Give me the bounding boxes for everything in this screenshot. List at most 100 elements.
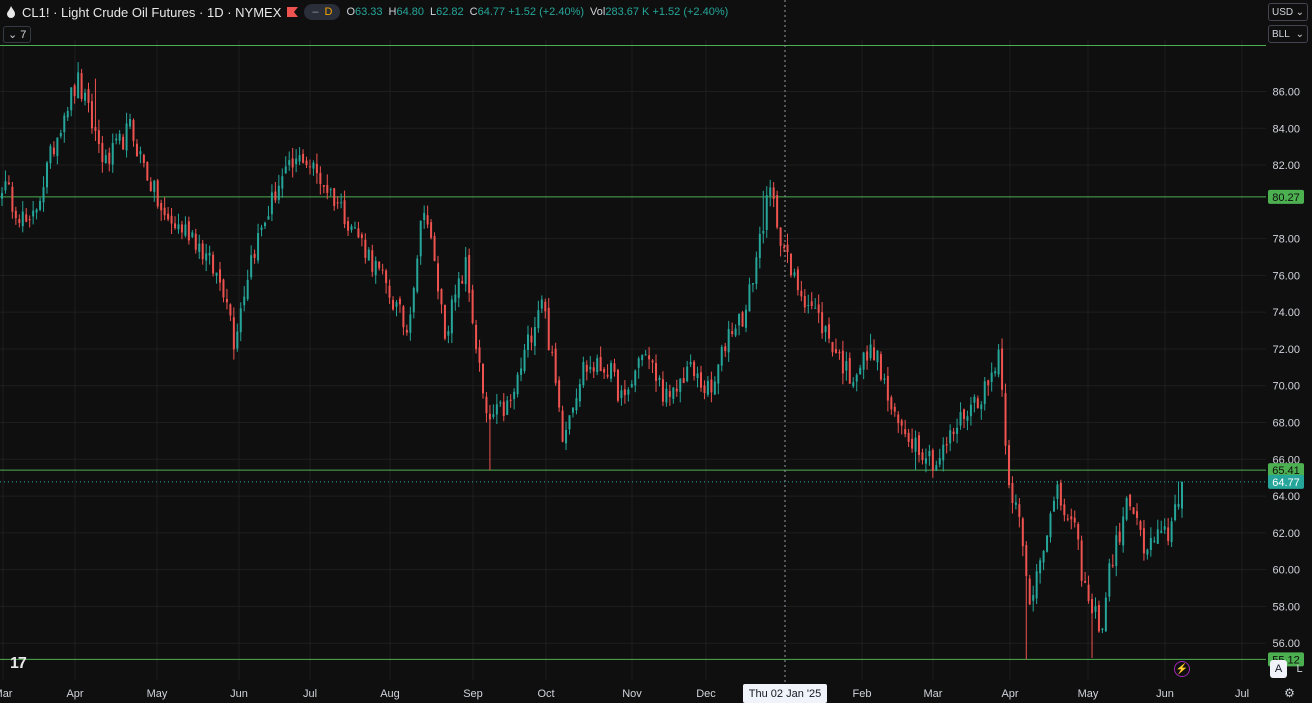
candle-body: [578, 384, 581, 402]
candle-body: [222, 279, 225, 298]
candle-body: [990, 372, 993, 383]
candle: [537, 300, 540, 333]
symbol-title[interactable]: CL1! · Light Crude Oil Futures · 1D · NY…: [22, 5, 281, 20]
auto-scale-button[interactable]: A: [1270, 660, 1287, 678]
candle: [340, 193, 343, 209]
candle: [464, 246, 467, 292]
candle-body: [1149, 537, 1152, 551]
ohlc-item-c: C64.77 +1.52 (+2.40%): [470, 6, 584, 18]
market-status-pill[interactable]: – D: [304, 4, 341, 20]
candle-body: [544, 301, 547, 312]
candle: [571, 407, 574, 418]
price-chart[interactable]: 86.00 84.00 82.00 78.00 76.00 74.00 72.00 70.00…: [0, 0, 1312, 703]
candle: [246, 269, 249, 302]
candle: [495, 393, 498, 425]
indicators-toggle[interactable]: ⌄ 7: [3, 26, 32, 43]
candle-body: [1070, 516, 1073, 520]
candle: [1129, 493, 1132, 511]
candle: [371, 244, 374, 277]
candle: [288, 151, 291, 171]
candle-body: [1042, 551, 1045, 563]
candle: [52, 141, 55, 157]
candle: [129, 113, 132, 130]
unit-select[interactable]: BLL ⌄: [1268, 25, 1308, 43]
tradingview-logo-icon[interactable]: 17: [10, 655, 27, 673]
candle: [104, 149, 107, 164]
candle-body: [302, 153, 305, 163]
time-tick-label: Mar: [0, 688, 13, 700]
candle: [748, 277, 751, 312]
candle: [814, 298, 817, 309]
candle-body: [644, 354, 647, 356]
candle: [447, 325, 450, 344]
candle-body: [817, 304, 820, 313]
log-scale-button[interactable]: L: [1291, 660, 1308, 678]
candle-body: [205, 253, 208, 261]
candle-body: [488, 413, 491, 420]
candle: [184, 216, 187, 238]
candle-body: [90, 101, 93, 129]
candle-body: [765, 195, 768, 230]
candle: [938, 448, 941, 468]
flag-icon[interactable]: [287, 7, 299, 17]
candle-body: [257, 233, 260, 261]
candle-body: [388, 285, 391, 298]
candle: [883, 373, 886, 385]
chart-area[interactable]: 86.00 84.00 82.00 78.00 76.00 74.00 72.00 70.00…: [0, 0, 1312, 703]
candle-body: [1153, 540, 1156, 542]
candle: [1125, 496, 1128, 522]
ohlc-value: 63.33: [355, 6, 383, 18]
candle: [686, 360, 689, 383]
candle-body: [582, 361, 585, 386]
candle: [1021, 516, 1024, 557]
candle-body: [160, 202, 163, 211]
candle: [582, 356, 585, 388]
candle-body: [606, 374, 609, 377]
candle: [426, 205, 429, 229]
currency-select[interactable]: USD ⌄: [1268, 3, 1308, 21]
candle-body: [499, 402, 502, 404]
candle-body: [63, 115, 66, 133]
candle-body: [236, 331, 239, 349]
candle-body: [1001, 348, 1004, 390]
candle: [637, 356, 640, 379]
time-tick-label: Apr: [66, 688, 83, 700]
candle: [1177, 481, 1180, 510]
candle: [911, 428, 914, 453]
candle: [481, 363, 484, 399]
candle: [658, 375, 661, 387]
candle: [585, 360, 588, 381]
time-tick-label: Jul: [303, 688, 317, 700]
candle: [969, 397, 972, 426]
candle: [437, 255, 440, 300]
candle: [360, 232, 363, 247]
candle-body: [682, 378, 685, 383]
candle: [187, 216, 190, 245]
candle: [675, 379, 678, 397]
candle: [385, 268, 388, 294]
candle: [800, 280, 803, 302]
candle: [589, 355, 592, 374]
candle-body: [893, 406, 896, 412]
candle: [983, 377, 986, 411]
candle-body: [243, 296, 246, 306]
candle-body: [430, 222, 433, 238]
price-tick-label: 56.00: [1272, 638, 1300, 650]
candle: [357, 221, 360, 239]
candle: [94, 78, 97, 142]
candle: [506, 395, 509, 416]
candle: [1056, 480, 1059, 510]
candle: [125, 112, 128, 158]
candle-body: [862, 352, 865, 370]
gear-icon[interactable]: ⚙: [1283, 687, 1296, 700]
candle-body: [793, 272, 796, 276]
candle: [990, 362, 993, 392]
lightning-icon[interactable]: ⚡: [1174, 661, 1190, 677]
candle: [139, 146, 142, 164]
candle: [962, 408, 965, 429]
candle: [478, 339, 481, 372]
candle-body: [277, 185, 280, 200]
candle-body: [146, 162, 149, 181]
candle-body: [571, 407, 574, 413]
candle: [132, 118, 135, 147]
